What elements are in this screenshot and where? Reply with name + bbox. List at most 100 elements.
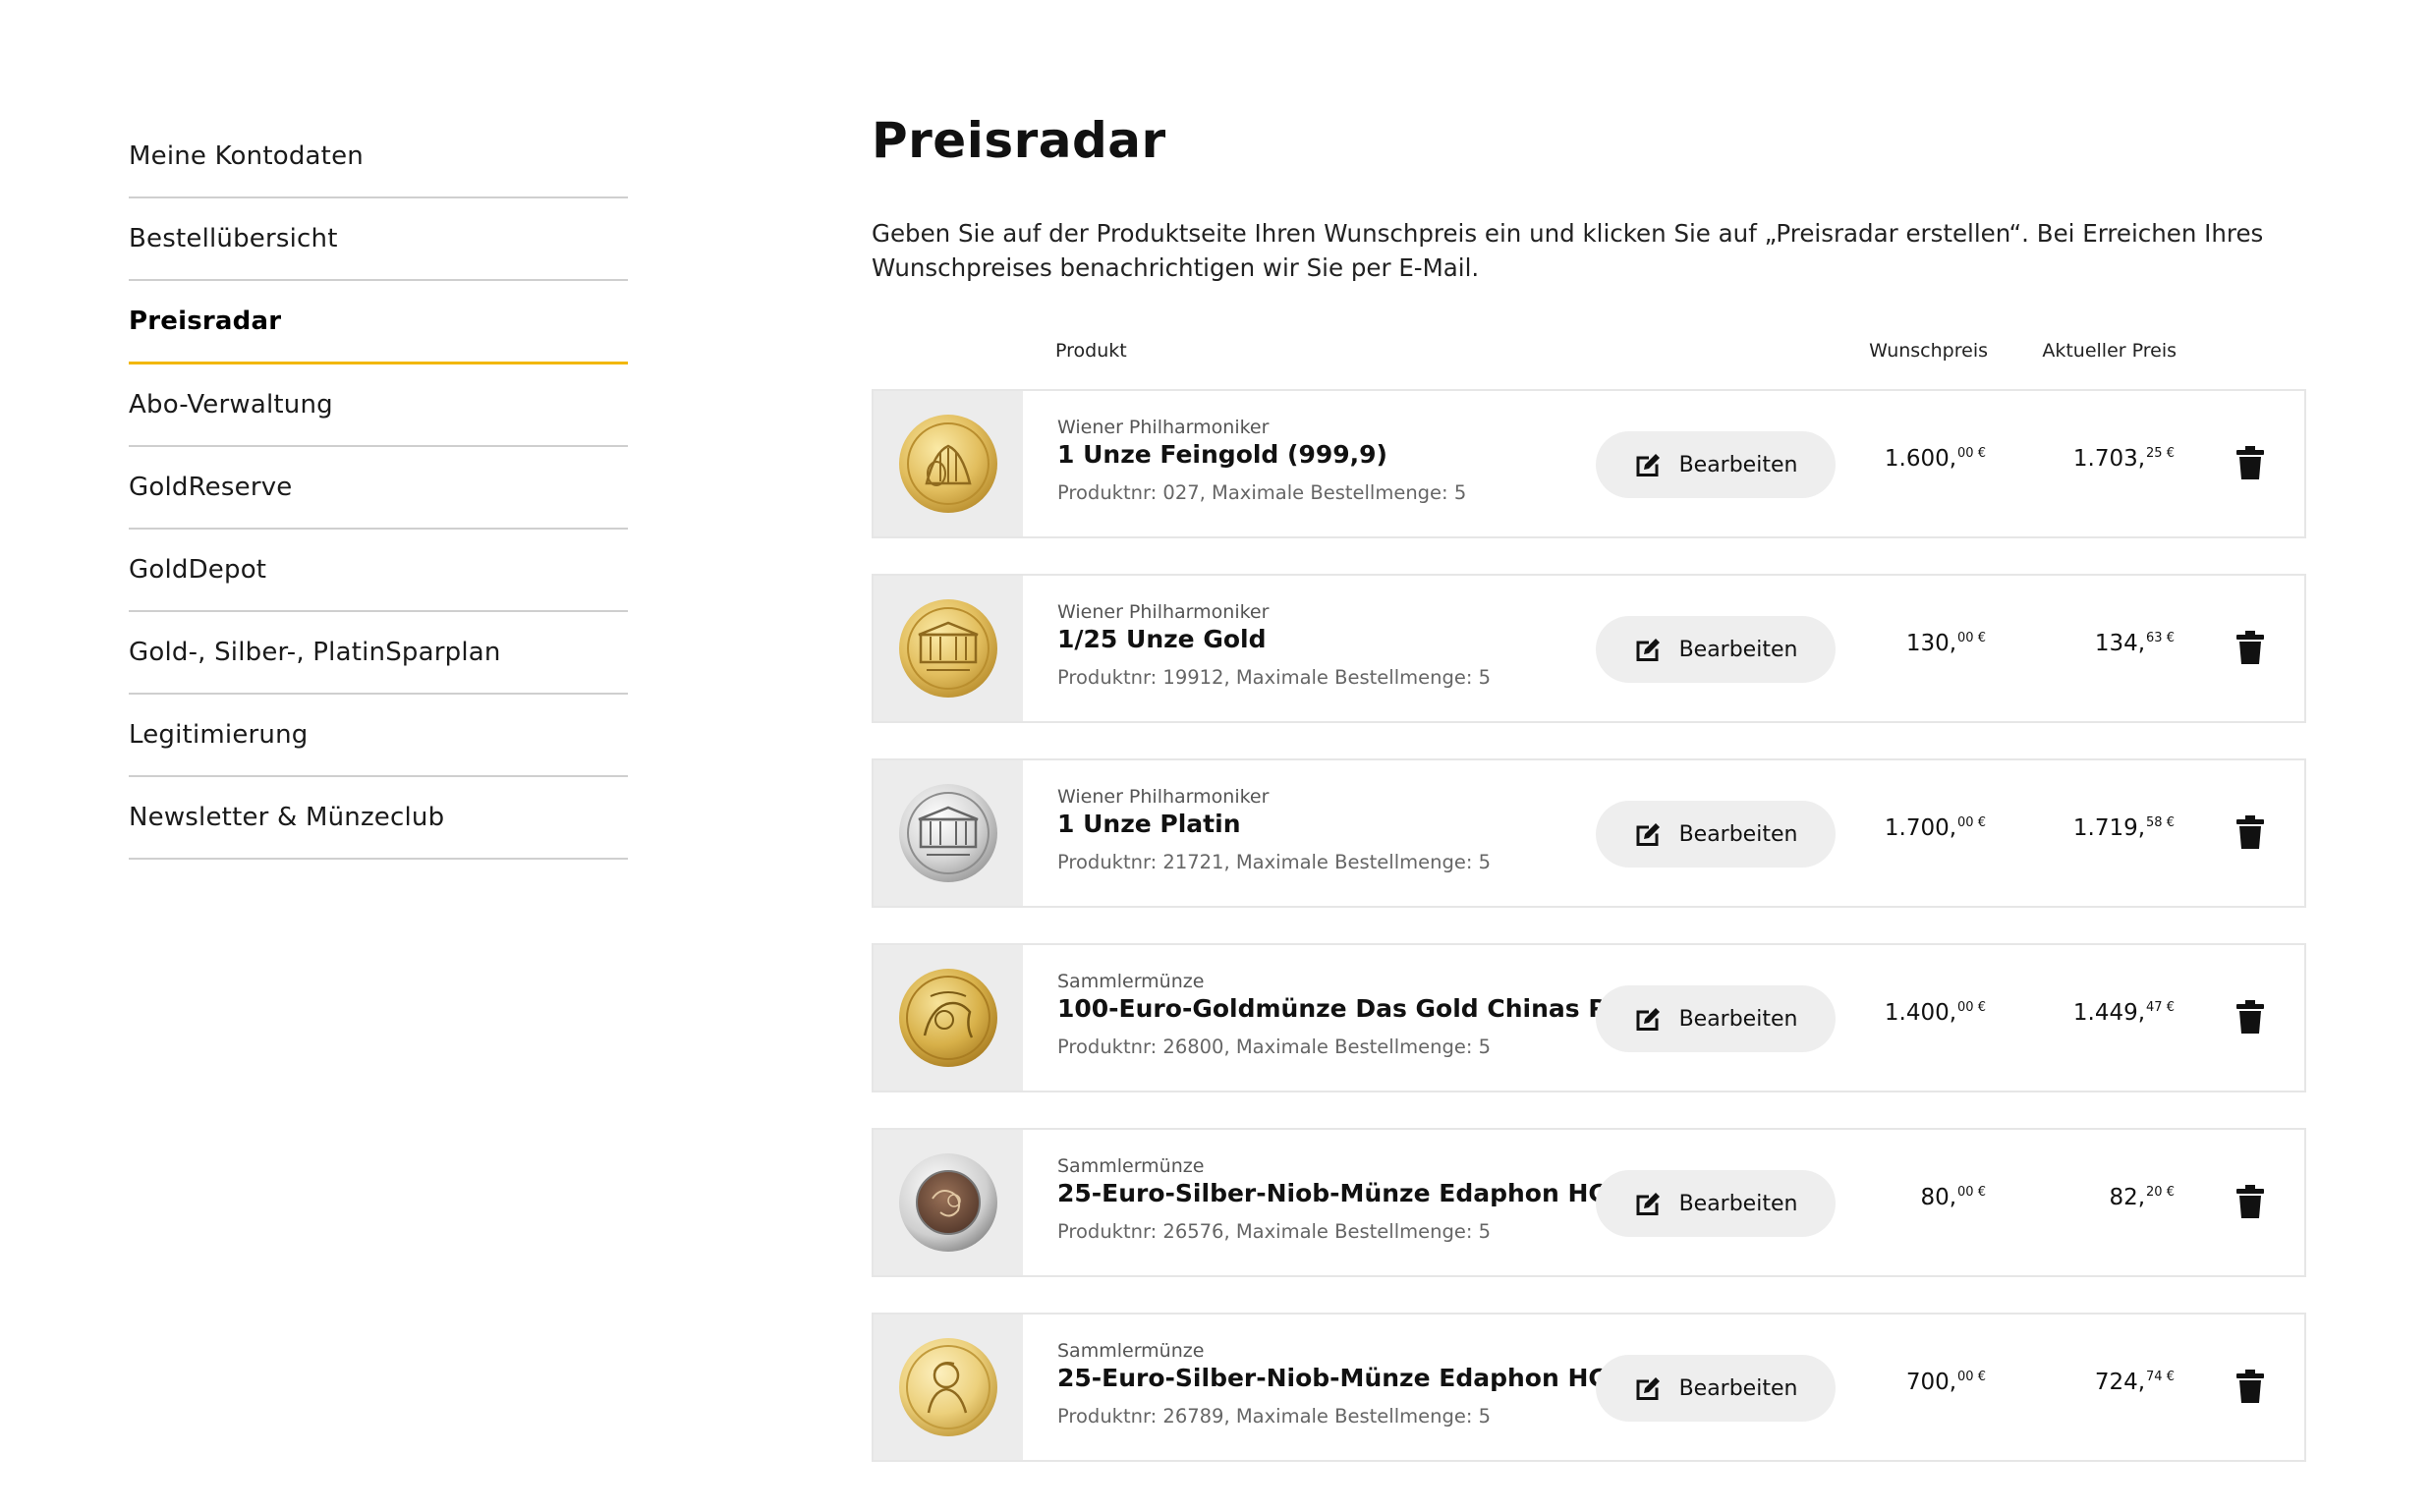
currency-symbol: € [1977, 1370, 1986, 1384]
delete-button[interactable] [2235, 631, 2265, 664]
edit-button[interactable]: Bearbeiten [1596, 431, 1836, 498]
edit-icon [1636, 639, 1660, 661]
currency-symbol: € [1977, 446, 1986, 461]
delete-button[interactable] [2235, 1185, 2265, 1218]
product-meta: Produktnr: 26789, Maximale Bestellmenge:… [1057, 1405, 1492, 1428]
coin-gold-concert-hall-icon [899, 599, 997, 698]
trash-icon [2236, 631, 2264, 664]
edit-button[interactable]: Bearbeiten [1596, 801, 1836, 868]
delete-button[interactable] [2235, 446, 2265, 479]
product-meta: Produktnr: 19912, Maximale Bestellmenge:… [1057, 666, 1492, 689]
price-radar-row: Wiener Philharmoniker 1 Unze Platin Prod… [872, 758, 2306, 908]
edit-button-label: Bearbeiten [1678, 1006, 1798, 1032]
sidebar-item-newsletter[interactable]: Newsletter & Münzeclub [129, 777, 628, 860]
product-brand: Sammlermünze [1057, 1155, 1205, 1177]
sidebar-item-golddepot[interactable]: GoldDepot [129, 530, 628, 612]
product-name[interactable]: 1 Unze Feingold (999,9) [1057, 439, 1608, 471]
product-brand: Wiener Philharmoniker [1057, 601, 1270, 623]
edit-icon [1636, 1377, 1660, 1400]
edit-button[interactable]: Bearbeiten [1596, 616, 1836, 683]
current-price-cents: 58 [2146, 815, 2163, 830]
column-header-wish-price: Wunschpreis [1869, 340, 1988, 362]
edit-button[interactable]: Bearbeiten [1596, 985, 1836, 1052]
product-info: Sammlermünze 100-Euro-Goldmünze Das Gold… [1057, 970, 1624, 1060]
delete-button[interactable] [2235, 815, 2265, 849]
current-price: 724,74 € [2095, 1370, 2175, 1395]
coin-silver-niobium-icon [899, 1153, 997, 1252]
current-price: 1.703,25 € [2073, 446, 2175, 472]
current-price-cents: 63 [2146, 631, 2163, 645]
trash-icon [2236, 1185, 2264, 1218]
price-radar-row: Sammlermünze 25-Euro-Silber-Niob-Münze E… [872, 1313, 2306, 1462]
product-meta: Produktnr: 21721, Maximale Bestellmenge:… [1057, 851, 1492, 873]
current-price-cents: 74 [2146, 1370, 2163, 1384]
price-radar-row: Sammlermünze 100-Euro-Goldmünze Das Gold… [872, 943, 2306, 1092]
current-price-main: 82, [2109, 1185, 2146, 1210]
product-thumbnail[interactable] [874, 1315, 1023, 1460]
currency-symbol: € [1977, 815, 1986, 830]
product-name[interactable]: 100-Euro-Goldmünze Das Gold Chinas PP [1057, 993, 1624, 1025]
edit-icon [1636, 1008, 1660, 1031]
product-thumbnail[interactable] [874, 391, 1023, 536]
sidebar-item-legitimierung[interactable]: Legitimierung [129, 695, 628, 777]
trash-icon [2236, 1000, 2264, 1034]
currency-symbol: € [2166, 631, 2175, 645]
current-price-main: 1.719, [2072, 815, 2146, 841]
table-header: Produkt Wunschpreis Aktueller Preis [872, 340, 2306, 369]
product-name[interactable]: 1 Unze Platin [1057, 809, 1608, 840]
price-radar-row: Wiener Philharmoniker 1 Unze Feingold (9… [872, 389, 2306, 538]
current-price: 82,20 € [2109, 1185, 2175, 1210]
sidebar-item-goldreserve[interactable]: GoldReserve [129, 447, 628, 530]
sidebar-item-bestelluebersicht[interactable]: Bestellübersicht [129, 198, 628, 281]
delete-button[interactable] [2235, 1370, 2265, 1403]
product-brand: Wiener Philharmoniker [1057, 786, 1270, 808]
wish-price-cents: 00 [1957, 446, 1974, 461]
edit-button[interactable]: Bearbeiten [1596, 1355, 1836, 1422]
product-thumbnail[interactable] [874, 760, 1023, 906]
price-radar-row: Wiener Philharmoniker 1/25 Unze Gold Pro… [872, 574, 2306, 723]
product-thumbnail[interactable] [874, 1130, 1023, 1275]
product-name[interactable]: 1/25 Unze Gold [1057, 624, 1608, 655]
current-price-cents: 20 [2146, 1185, 2163, 1200]
edit-icon [1636, 454, 1660, 476]
edit-button-label: Bearbeiten [1678, 1191, 1798, 1216]
edit-button[interactable]: Bearbeiten [1596, 1170, 1836, 1237]
product-meta: Produktnr: 027, Maximale Bestellmenge: 5 [1057, 481, 1467, 504]
price-radar-main: Preisradar Geben Sie auf der Produktseit… [872, 98, 2306, 1497]
coin-gold-portrait-icon [899, 1338, 997, 1436]
sidebar-item-kontodaten[interactable]: Meine Kontodaten [129, 116, 628, 198]
product-info: Wiener Philharmoniker 1 Unze Platin Prod… [1057, 785, 1608, 875]
product-thumbnail[interactable] [874, 576, 1023, 721]
current-price-main: 134, [2094, 631, 2146, 656]
currency-symbol: € [1977, 631, 1986, 645]
trash-icon [2236, 1370, 2264, 1403]
wish-price-cents: 00 [1957, 1370, 1974, 1384]
intro-text: Geben Sie auf der Produktseite Ihren Wun… [872, 219, 2264, 282]
product-thumbnail[interactable] [874, 945, 1023, 1091]
sidebar-item-preisradar[interactable]: Preisradar [129, 281, 628, 364]
page-title: Preisradar [872, 112, 1166, 169]
current-price: 134,63 € [2095, 631, 2175, 656]
current-price: 1.449,47 € [2073, 1000, 2175, 1026]
sidebar-item-sparplan[interactable]: Gold-, Silber-, PlatinSparplan [129, 612, 628, 695]
product-name[interactable]: 25-Euro-Silber-Niob-Münze Edaphon HGH [1057, 1178, 1629, 1209]
account-sidebar: Meine Kontodaten Bestellübersicht Preisr… [129, 116, 628, 860]
product-info: Wiener Philharmoniker 1/25 Unze Gold Pro… [1057, 600, 1608, 691]
product-meta: Produktnr: 26800, Maximale Bestellmenge:… [1057, 1036, 1492, 1058]
wish-price: 80,00 € [1920, 1185, 1986, 1210]
product-name[interactable]: 25-Euro-Silber-Niob-Münze Edaphon HGH [1057, 1363, 1629, 1394]
sidebar-item-abo-verwaltung[interactable]: Abo-Verwaltung [129, 364, 628, 447]
currency-symbol: € [1977, 1185, 1986, 1200]
column-header-current-price: Aktueller Preis [2042, 340, 2177, 362]
product-brand: Sammlermünze [1057, 971, 1205, 992]
current-price-cents: 47 [2146, 1000, 2163, 1015]
edit-button-label: Bearbeiten [1678, 637, 1798, 662]
wish-price-cents: 00 [1957, 1000, 1974, 1015]
wish-price: 1.700,00 € [1885, 815, 1986, 841]
trash-icon [2236, 815, 2264, 849]
wish-price: 130,00 € [1906, 631, 1986, 656]
current-price-main: 1.703, [2072, 446, 2146, 472]
delete-button[interactable] [2235, 1000, 2265, 1034]
currency-symbol: € [2166, 1000, 2175, 1015]
currency-symbol: € [1977, 1000, 1986, 1015]
